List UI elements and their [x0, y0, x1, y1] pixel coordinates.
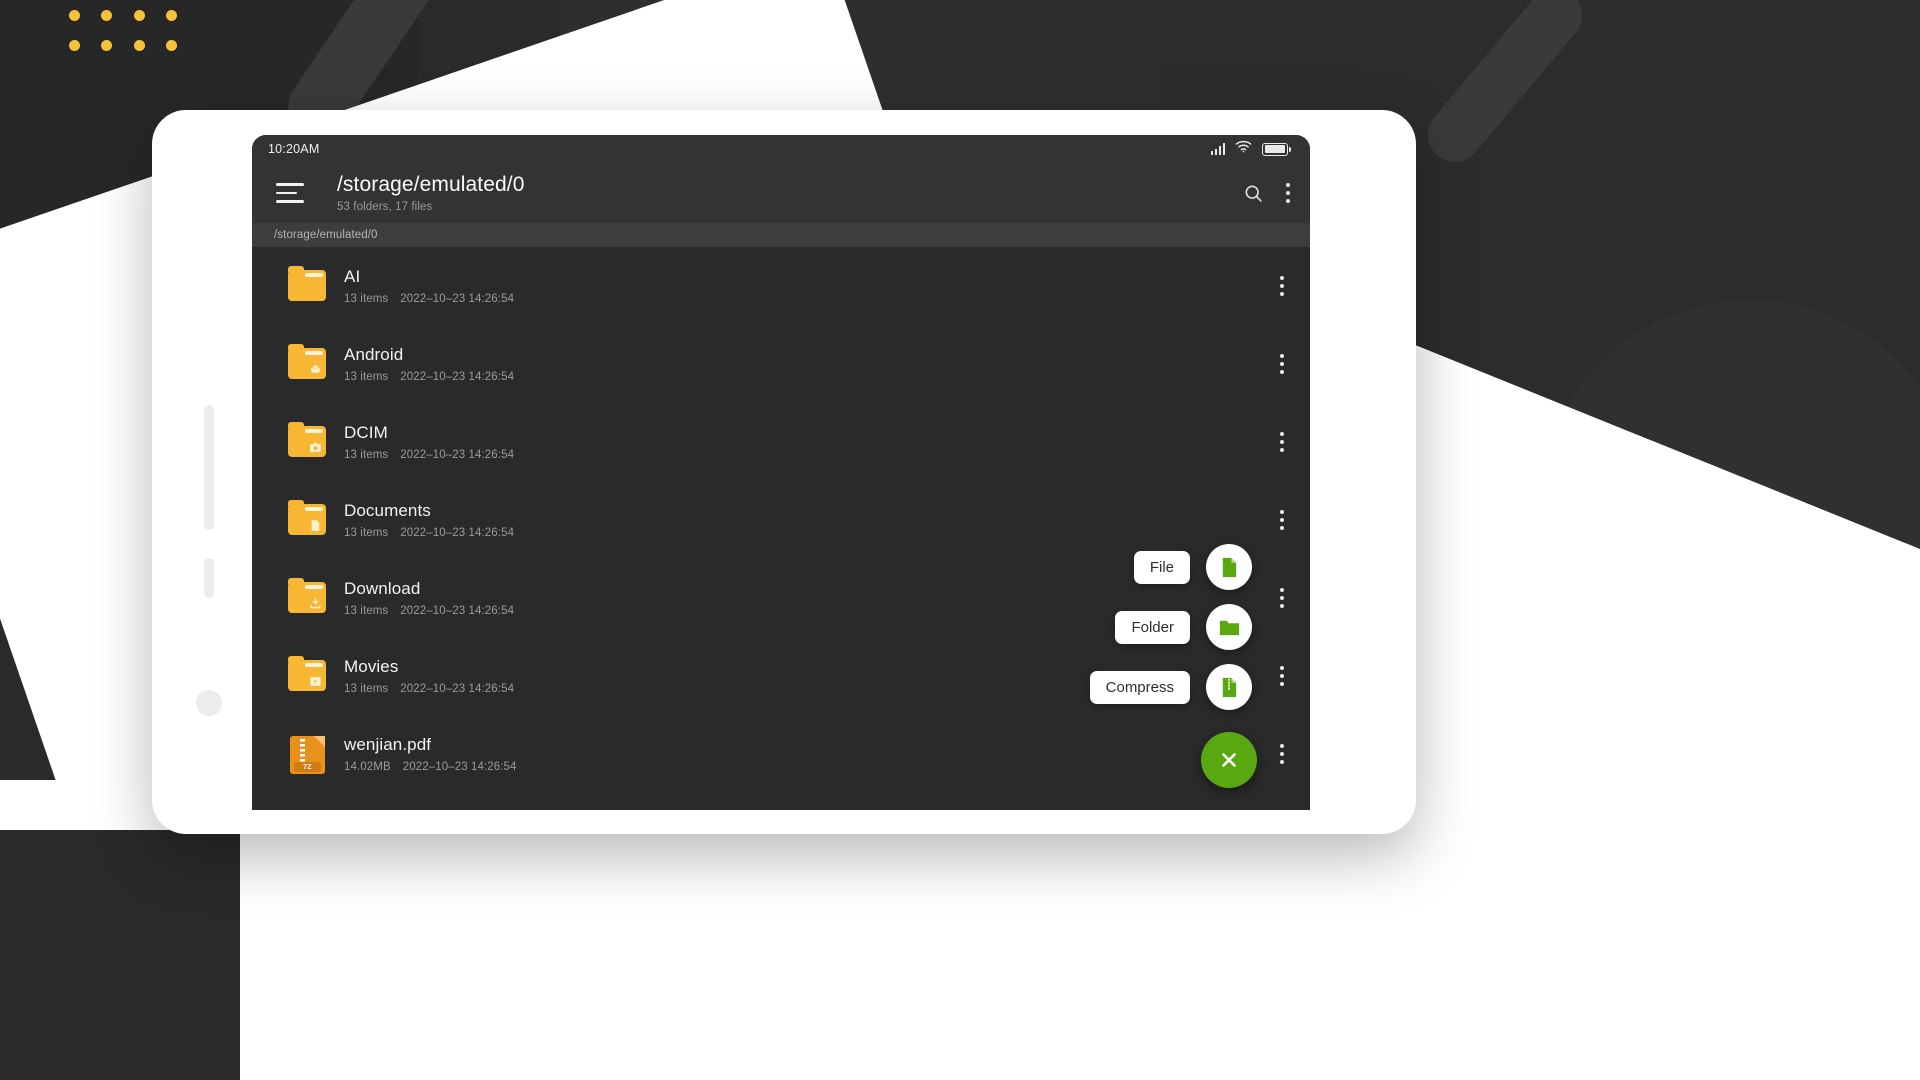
row-more-vertical-icon[interactable] — [1268, 578, 1292, 618]
folder-icon — [286, 655, 328, 697]
row-meta: 13 items 2022–10–23 14:26:54 — [344, 293, 1268, 305]
compress-zip-icon[interactable] — [1206, 664, 1252, 710]
status-bar-icons — [1210, 140, 1291, 158]
row-meta-size: 13 items — [344, 292, 389, 305]
fab-label-folder[interactable]: Folder — [1115, 610, 1190, 644]
status-bar-time: 10:20AM — [268, 142, 320, 156]
decorative-dot-grid — [58, 0, 188, 60]
more-vertical-icon[interactable] — [1286, 183, 1290, 203]
row-meta-size: 13 items — [344, 526, 389, 539]
row-name: AI — [344, 267, 361, 287]
dot — [133, 9, 145, 21]
wifi-icon — [1235, 140, 1252, 158]
row-name: Documents — [344, 501, 431, 521]
camera-icon — [308, 440, 322, 454]
row-text: Documents 13 items 2022–10–23 14:26:54 — [344, 501, 1268, 538]
folder-icon — [286, 577, 328, 619]
row-text: Android 13 items 2022–10–23 14:26:54 — [344, 345, 1268, 382]
row-name: DCIM — [344, 423, 388, 443]
dot — [68, 39, 80, 51]
row-meta-date: 2022–10–23 14:26:54 — [400, 370, 515, 383]
bg-shape-bottomleft — [0, 830, 240, 1080]
row-more-vertical-icon[interactable] — [1268, 266, 1292, 306]
dot — [101, 9, 113, 21]
row-meta-date: 2022–10–23 14:26:54 — [400, 292, 515, 305]
play-icon — [308, 674, 322, 688]
row-meta-date: 2022–10–23 14:26:54 — [400, 604, 515, 617]
new-folder-icon[interactable] — [1206, 604, 1252, 650]
home-button[interactable] — [196, 690, 222, 716]
folder-icon — [286, 499, 328, 541]
tablet-device-frame: 10:20AM /storage/emulated/0 53 folders, … — [152, 110, 1416, 834]
row-meta-size: 13 items — [344, 604, 389, 617]
status-bar: 10:20AM — [252, 135, 1310, 163]
breadcrumb-path[interactable]: /storage/emulated/0 — [274, 229, 378, 241]
row-meta-size: 13 items — [344, 370, 389, 383]
search-icon[interactable] — [1243, 183, 1264, 204]
row-meta-date: 2022–10–23 14:26:54 — [400, 448, 515, 461]
dot — [166, 9, 178, 21]
title-block: /storage/emulated/0 53 folders, 17 files — [337, 173, 525, 212]
page-subtitle: 53 folders, 17 files — [337, 200, 433, 213]
dot — [68, 9, 80, 21]
table-row[interactable]: AI 13 items 2022–10–23 14:26:54 — [252, 247, 1310, 325]
app-bar-actions — [1243, 183, 1290, 204]
row-meta-date: 2022–10–23 14:26:54 — [402, 760, 517, 773]
row-meta-date: 2022–10–23 14:26:54 — [400, 526, 515, 539]
close-icon[interactable] — [1201, 732, 1257, 788]
folder-icon — [286, 265, 328, 307]
row-meta: 13 items 2022–10–23 14:26:54 — [344, 527, 1268, 539]
row-more-vertical-icon[interactable] — [1268, 344, 1292, 384]
row-more-vertical-icon[interactable] — [1268, 422, 1292, 462]
row-meta: 13 items 2022–10–23 14:26:54 — [344, 371, 1268, 383]
android-icon — [308, 362, 322, 376]
row-more-vertical-icon[interactable] — [1268, 734, 1292, 774]
dot — [101, 39, 113, 51]
breadcrumb[interactable]: /storage/emulated/0 — [252, 223, 1310, 247]
fab-speed-dial: File Folder Compress — [1089, 544, 1257, 788]
hamburger-menu-icon[interactable] — [276, 183, 304, 203]
volume-down-button[interactable] — [204, 558, 214, 598]
dot — [166, 39, 178, 51]
table-row[interactable]: Android 13 items 2022–10–23 14:26:54 — [252, 325, 1310, 403]
row-more-vertical-icon[interactable] — [1268, 500, 1292, 540]
folder-icon — [286, 343, 328, 385]
fab-label-file[interactable]: File — [1133, 550, 1190, 584]
row-text: AI 13 items 2022–10–23 14:26:54 — [344, 267, 1268, 304]
fab-item-compress[interactable]: Compress — [1089, 664, 1252, 710]
volume-up-button[interactable] — [204, 405, 214, 530]
row-meta-size: 14.02MB — [344, 760, 391, 773]
row-meta: 13 items 2022–10–23 14:26:54 — [344, 449, 1268, 461]
signal-icon — [1210, 143, 1225, 155]
row-meta-size: 13 items — [344, 682, 389, 695]
document-icon — [308, 518, 322, 532]
fab-label-compress[interactable]: Compress — [1089, 670, 1190, 704]
table-row[interactable]: DCIM 13 items 2022–10–23 14:26:54 — [252, 403, 1310, 481]
dot — [133, 39, 145, 51]
row-more-vertical-icon[interactable] — [1268, 656, 1292, 696]
download-icon — [308, 596, 322, 610]
row-text: DCIM 13 items 2022–10–23 14:26:54 — [344, 423, 1268, 460]
row-name: Android — [344, 345, 404, 365]
archive-7z-icon: 7Z — [286, 733, 328, 775]
battery-icon — [1262, 142, 1291, 156]
row-meta-size: 13 items — [344, 448, 389, 461]
row-meta-date: 2022–10–23 14:26:54 — [400, 682, 515, 695]
page-title: /storage/emulated/0 — [337, 173, 525, 197]
fab-item-file[interactable]: File — [1133, 544, 1252, 590]
folder-icon — [286, 421, 328, 463]
tablet-screen: 10:20AM /storage/emulated/0 53 folders, … — [252, 135, 1310, 810]
fab-item-folder[interactable]: Folder — [1115, 604, 1252, 650]
new-file-icon[interactable] — [1206, 544, 1252, 590]
app-bar: /storage/emulated/0 53 folders, 17 files — [252, 163, 1310, 223]
